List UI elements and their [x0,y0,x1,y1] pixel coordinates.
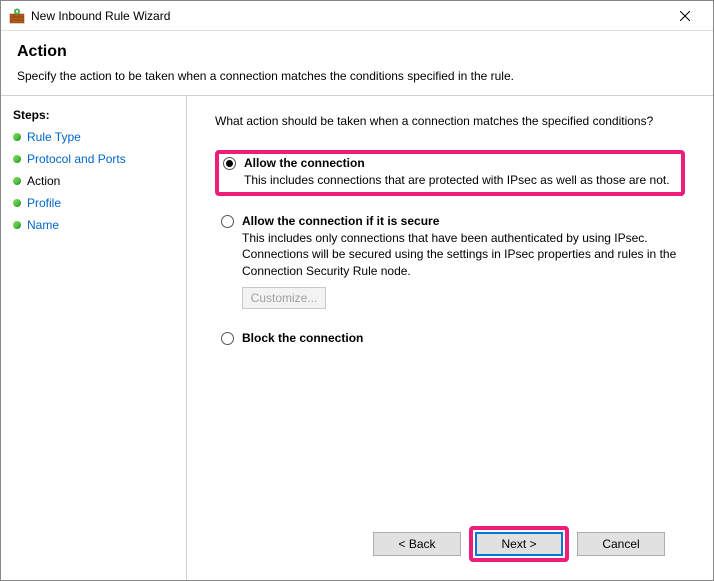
window-title: New Inbound Rule Wizard [31,9,665,23]
step-rule-type[interactable]: Rule Type [7,126,186,148]
steps-label: Steps: [7,104,186,126]
option-block-title: Block the connection [242,331,363,345]
step-dot-icon [13,133,21,141]
step-protocol-ports[interactable]: Protocol and Ports [7,148,186,170]
step-label: Protocol and Ports [27,152,126,166]
step-dot-icon [13,199,21,207]
next-button[interactable]: Next > [475,532,563,556]
radio-allow[interactable] [223,157,236,170]
step-label: Name [27,218,59,232]
option-allow[interactable]: Allow the connection This includes conne… [215,150,685,196]
page-title: Action [17,43,697,61]
wizard-body: Steps: Rule Type Protocol and Ports Acti… [1,96,713,580]
page-subtitle: Specify the action to be taken when a co… [17,69,697,83]
step-dot-icon [13,155,21,163]
cancel-button[interactable]: Cancel [577,532,665,556]
next-button-highlight: Next > [469,526,569,562]
radio-allow-secure[interactable] [221,215,234,228]
option-allow-secure-desc: This includes only connections that have… [242,230,679,279]
page-header: Action Specify the action to be taken wh… [1,31,713,96]
content-pane: What action should be taken when a conne… [187,96,713,580]
customize-button: Customize... [242,287,326,309]
close-button[interactable] [665,2,705,30]
wizard-footer: < Back Next > Cancel [215,520,685,568]
radio-block[interactable] [221,332,234,345]
titlebar: New Inbound Rule Wizard [1,1,713,31]
wizard-window: New Inbound Rule Wizard Action Specify t… [0,0,714,581]
step-label: Profile [27,196,61,210]
step-name[interactable]: Name [7,214,186,236]
steps-sidebar: Steps: Rule Type Protocol and Ports Acti… [1,96,187,580]
step-action[interactable]: Action [7,170,186,192]
option-allow-secure[interactable]: Allow the connection if it is secure Thi… [215,210,685,313]
option-allow-title: Allow the connection [244,156,365,170]
back-button[interactable]: < Back [373,532,461,556]
step-dot-icon [13,221,21,229]
content-prompt: What action should be taken when a conne… [215,114,685,128]
option-allow-secure-title: Allow the connection if it is secure [242,214,439,228]
step-profile[interactable]: Profile [7,192,186,214]
option-allow-desc: This includes connections that are prote… [244,172,677,188]
step-dot-icon [13,177,21,185]
option-block[interactable]: Block the connection [215,327,685,349]
step-label: Action [27,174,60,188]
firewall-icon [9,8,25,24]
step-label: Rule Type [27,130,81,144]
